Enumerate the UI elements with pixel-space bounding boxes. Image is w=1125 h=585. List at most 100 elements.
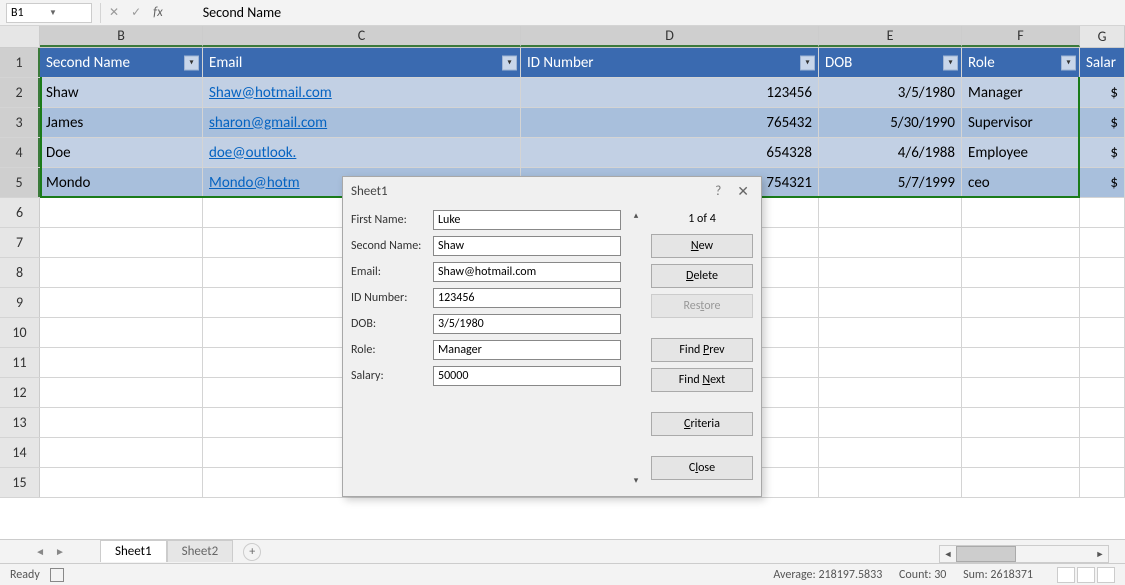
scroll-right-icon[interactable]: ► [1092,549,1108,560]
header-role[interactable]: Role▾ [962,48,1080,77]
cell[interactable] [819,438,962,467]
cell[interactable] [1080,348,1125,377]
col-header-g[interactable]: G [1080,26,1125,47]
delete-button[interactable]: Delete [651,264,753,288]
cell[interactable] [40,468,203,497]
row-header[interactable]: 7 [0,228,40,257]
macro-record-icon[interactable] [50,568,64,582]
cell[interactable] [40,438,203,467]
cell[interactable] [962,348,1080,377]
page-break-icon[interactable] [1097,567,1115,583]
cell[interactable] [962,228,1080,257]
row-header[interactable]: 3 [0,108,40,137]
cell[interactable] [819,468,962,497]
header-dob[interactable]: DOB▾ [819,48,962,77]
tab-sheet2[interactable]: Sheet2 [167,540,234,562]
scroll-left-icon[interactable]: ◄ [940,549,956,560]
row-header[interactable]: 8 [0,258,40,287]
select-all-corner[interactable] [0,26,40,47]
cell[interactable]: Mondo [40,168,203,197]
cell[interactable] [819,198,962,227]
cell[interactable]: Employee [962,138,1080,167]
cell[interactable] [819,318,962,347]
chevron-down-icon[interactable]: ▼ [49,8,87,18]
cell[interactable] [819,288,962,317]
cell[interactable] [1080,438,1125,467]
col-header-d[interactable]: D [521,26,819,47]
tab-sheet1[interactable]: Sheet1 [100,540,167,562]
help-icon[interactable]: ? [715,184,721,199]
filter-icon[interactable]: ▾ [502,55,517,70]
cell[interactable] [819,378,962,407]
tab-nav[interactable]: ◄► [0,545,100,558]
normal-view-icon[interactable] [1057,567,1075,583]
row-header[interactable]: 2 [0,78,40,107]
cell[interactable]: James [40,108,203,137]
second-name-input[interactable] [433,236,621,256]
cancel-icon[interactable]: ✕ [109,5,119,20]
cell[interactable] [1080,408,1125,437]
header-email[interactable]: Email▾ [203,48,521,77]
col-header-c[interactable]: C [203,26,521,47]
cell[interactable] [1080,228,1125,257]
cell[interactable] [40,228,203,257]
scroll-track[interactable] [956,546,1092,562]
cell[interactable]: $ [1080,108,1125,137]
scroll-down-icon[interactable]: ▾ [634,475,639,486]
cell[interactable] [40,408,203,437]
header-second-name[interactable]: Second Name▾ [40,48,203,77]
row-header[interactable]: 15 [0,468,40,497]
row-header[interactable]: 12 [0,378,40,407]
first-name-input[interactable] [433,210,621,230]
add-sheet-button[interactable]: + [243,543,261,561]
row-header[interactable]: 4 [0,138,40,167]
cell[interactable]: $ [1080,138,1125,167]
cell[interactable]: Doe [40,138,203,167]
cell[interactable] [962,318,1080,347]
cell[interactable] [819,408,962,437]
cell[interactable] [40,198,203,227]
cell[interactable]: $ [1080,168,1125,197]
check-icon[interactable]: ✓ [131,5,141,20]
salary-input[interactable] [433,366,621,386]
close-button[interactable]: Close [651,456,753,480]
filter-icon[interactable]: ▾ [1061,55,1076,70]
cell[interactable] [962,258,1080,287]
cell[interactable] [40,348,203,377]
id-number-input[interactable] [433,288,621,308]
cell[interactable] [819,258,962,287]
cell[interactable] [1080,258,1125,287]
cell[interactable]: Manager [962,78,1080,107]
dialog-titlebar[interactable]: Sheet1 ? ✕ [343,177,761,206]
formula-text[interactable]: Second Name [203,4,281,21]
filter-icon[interactable]: ▾ [800,55,815,70]
find-prev-button[interactable]: Find Prev [651,338,753,362]
cell[interactable] [1080,468,1125,497]
cell-email[interactable]: Shaw@hotmail.com [203,78,521,107]
cell[interactable] [962,198,1080,227]
cell[interactable]: $ [1080,78,1125,107]
cell[interactable] [40,318,203,347]
col-header-f[interactable]: F [962,26,1080,47]
cell[interactable]: 4/6/1988 [819,138,962,167]
criteria-button[interactable]: Criteria [651,412,753,436]
row-header-1[interactable]: 1 [0,48,40,77]
cell[interactable]: ceo [962,168,1080,197]
cell[interactable] [1080,378,1125,407]
cell[interactable]: 123456 [521,78,819,107]
row-header[interactable]: 10 [0,318,40,347]
cell[interactable] [1080,198,1125,227]
cell[interactable] [40,378,203,407]
dob-input[interactable] [433,314,621,334]
cell[interactable] [962,408,1080,437]
col-header-b[interactable]: B [40,26,203,47]
row-header[interactable]: 9 [0,288,40,317]
new-button[interactable]: New [651,234,753,258]
name-box[interactable]: B1 ▼ [6,3,92,23]
page-layout-icon[interactable] [1077,567,1095,583]
cell[interactable] [962,288,1080,317]
horizontal-scrollbar[interactable]: ◄ ► [939,545,1109,563]
row-header[interactable]: 14 [0,438,40,467]
email-input[interactable] [433,262,621,282]
dialog-scrollbar[interactable]: ▴ ▾ [627,210,645,486]
